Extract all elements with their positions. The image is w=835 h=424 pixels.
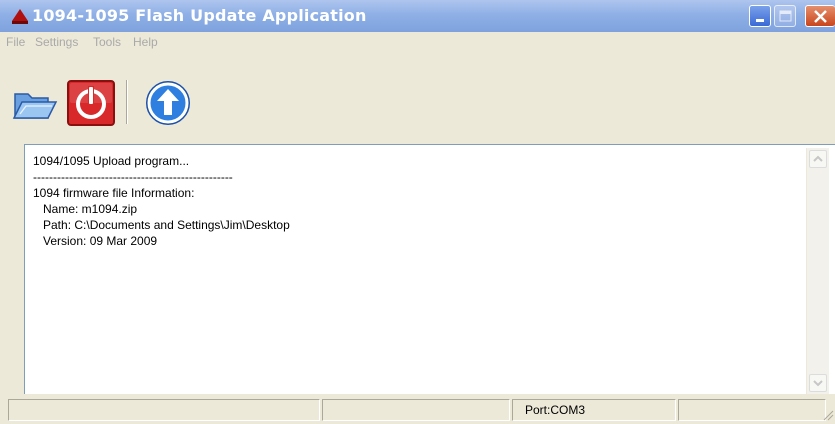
status-port: Port:COM3 bbox=[512, 399, 676, 421]
menu-tools[interactable]: Tools bbox=[93, 35, 121, 49]
log-line: ----------------------------------------… bbox=[33, 170, 233, 184]
menu-file[interactable]: File bbox=[6, 35, 25, 49]
app-icon bbox=[12, 9, 28, 24]
close-icon bbox=[814, 10, 827, 23]
upload-arrow-icon bbox=[146, 81, 190, 125]
status-bar: Port:COM3 bbox=[0, 397, 835, 424]
upload-button[interactable] bbox=[145, 80, 191, 130]
scroll-up-button[interactable] bbox=[809, 150, 827, 168]
minimize-button[interactable] bbox=[749, 5, 771, 27]
menu-help[interactable]: Help bbox=[133, 35, 158, 49]
status-cell-2 bbox=[322, 399, 510, 421]
toolbar-separator bbox=[126, 80, 128, 124]
vertical-scrollbar[interactable] bbox=[806, 148, 829, 394]
power-icon bbox=[67, 80, 115, 126]
open-folder-icon bbox=[12, 93, 58, 119]
open-button[interactable] bbox=[12, 86, 58, 126]
status-cell-1 bbox=[8, 399, 320, 421]
scroll-down-button[interactable] bbox=[809, 374, 827, 392]
toolbar bbox=[0, 76, 835, 130]
maximize-button[interactable] bbox=[774, 5, 796, 27]
menu-settings[interactable]: Settings bbox=[35, 35, 78, 49]
status-cell-4 bbox=[678, 399, 826, 421]
window-title: 1094-1095 Flash Update Application bbox=[32, 6, 367, 25]
log-text: 1094/1095 Upload program... -------------… bbox=[33, 153, 290, 249]
menu-bar: File Settings Tools Help bbox=[0, 32, 835, 54]
minimize-icon bbox=[756, 19, 764, 22]
log-line: Version: 09 Mar 2009 bbox=[33, 234, 158, 248]
resize-grip-icon[interactable] bbox=[822, 409, 834, 421]
maximize-icon bbox=[779, 10, 792, 22]
chevron-down-icon bbox=[813, 380, 823, 387]
log-line: 1094 firmware file Information: bbox=[33, 186, 195, 200]
log-line: 1094/1095 Upload program... bbox=[33, 154, 190, 168]
log-output[interactable]: 1094/1095 Upload program... -------------… bbox=[24, 144, 835, 394]
power-button[interactable] bbox=[67, 80, 115, 130]
close-button[interactable] bbox=[805, 5, 835, 27]
log-line: Path: C:\Documents and Settings\Jim\Desk… bbox=[33, 218, 290, 232]
title-bar[interactable]: 1094-1095 Flash Update Application bbox=[0, 0, 835, 32]
chevron-up-icon bbox=[813, 155, 823, 162]
log-line: Name: m1094.zip bbox=[33, 202, 138, 216]
